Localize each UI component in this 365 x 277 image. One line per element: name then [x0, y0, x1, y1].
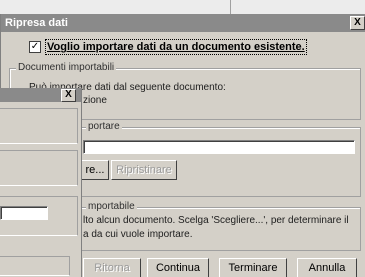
import-checkbox-row[interactable]: ✓ Voglio importare dati da un documento … — [29, 39, 307, 55]
secondary-group-1 — [0, 108, 78, 144]
importable-line-2: zione — [83, 95, 107, 106]
restore-button: Ripristinare — [111, 160, 177, 180]
desktop-background — [0, 0, 365, 14]
cancel-button[interactable]: Annulla — [297, 258, 357, 277]
secondary-group-4 — [0, 256, 70, 276]
back-button: Ritorna — [83, 258, 141, 277]
dialog-title: Ripresa dati — [5, 17, 68, 29]
dialog-titlebar: Ripresa dati — [1, 14, 365, 32]
secondary-group-2 — [0, 150, 78, 186]
import-path-field[interactable] — [83, 140, 355, 154]
secondary-dialog: X — [0, 88, 82, 277]
import-group-legend: portare — [86, 121, 122, 132]
continue-button[interactable]: Continua — [147, 258, 209, 277]
choose-button[interactable]: re... — [81, 160, 109, 180]
desktop-divider — [230, 0, 231, 14]
close-icon[interactable]: X — [350, 16, 365, 30]
not-importable-line-2: a da cui vuole importare. — [83, 229, 193, 240]
not-importable-line-1: lto alcun documento. Scelga 'Scegliere..… — [83, 215, 349, 226]
secondary-close-icon[interactable]: X — [61, 89, 76, 102]
import-checkbox-label[interactable]: Voglio importare dati da un documento es… — [45, 39, 307, 55]
secondary-group-3 — [0, 196, 78, 236]
not-importable-legend: mportabile — [86, 201, 137, 212]
finish-button[interactable]: Terminare — [219, 258, 287, 277]
importable-documents-legend: Documenti importabili — [16, 62, 117, 73]
import-checkbox[interactable]: ✓ — [29, 41, 41, 53]
